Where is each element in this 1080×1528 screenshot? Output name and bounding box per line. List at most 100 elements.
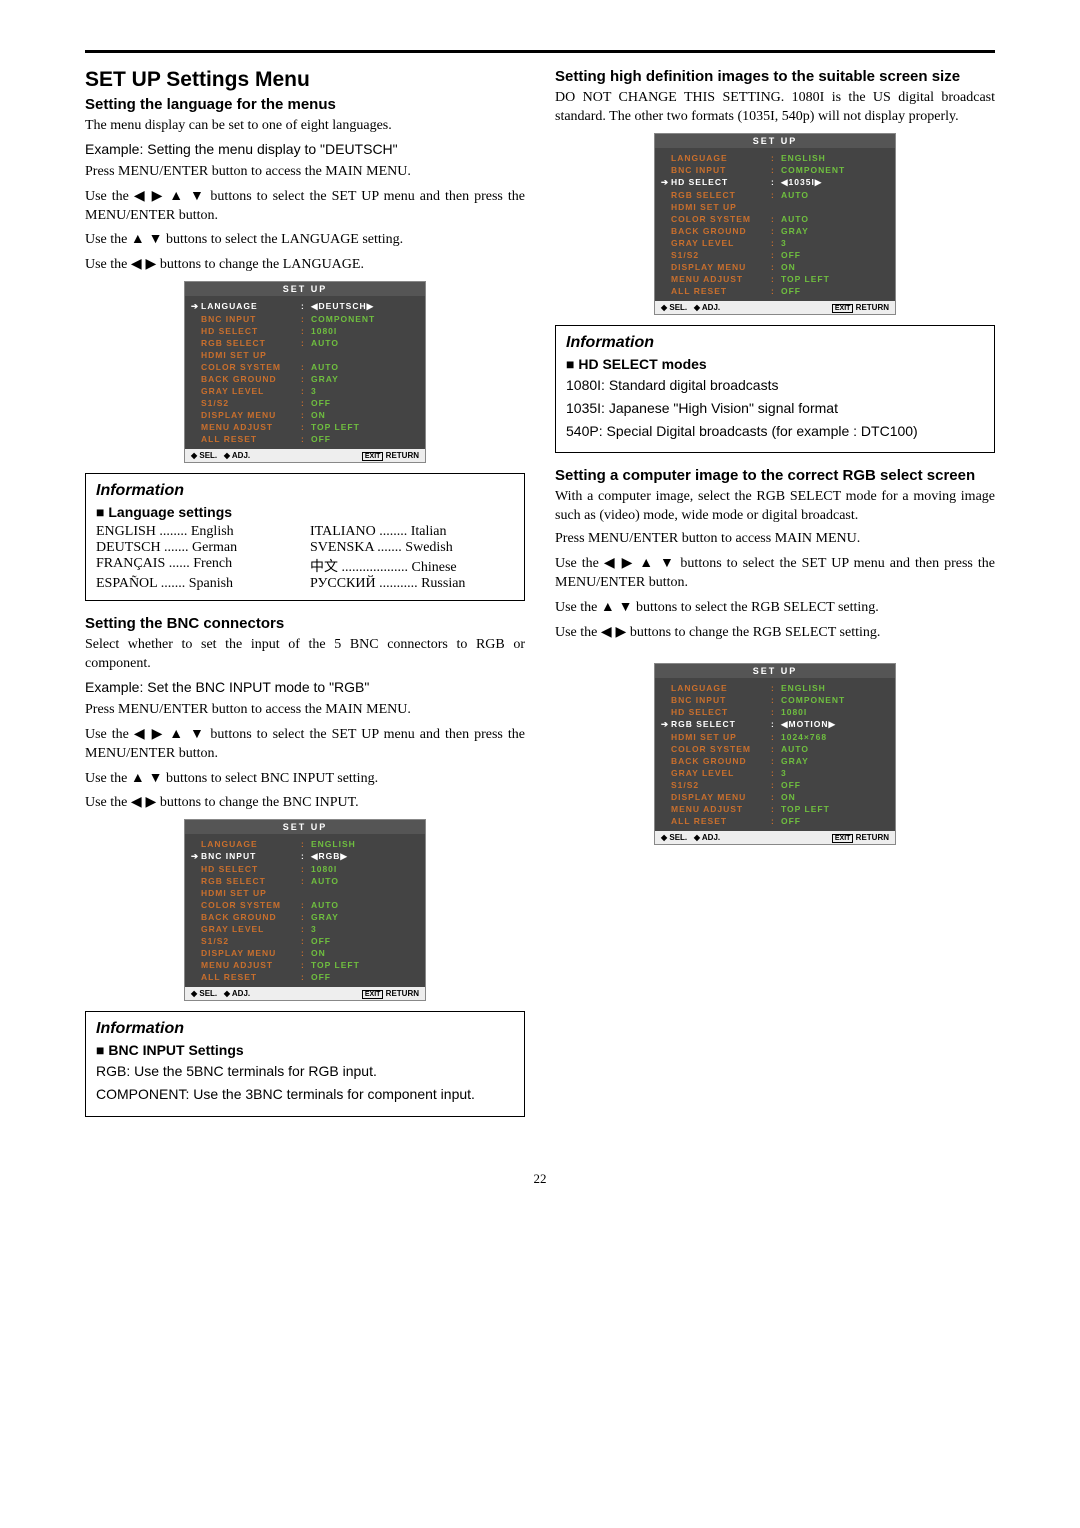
arrow-icons: ▲ ▼ [601, 598, 633, 614]
osd-row: BNC INPUT : COMPONENT [661, 164, 889, 176]
lang-row: 中文 ................... Chinese [310, 556, 514, 576]
body-text: Use the ▲ ▼ buttons to select the LANGUA… [85, 229, 525, 250]
osd-row: GRAY LEVEL : 3 [661, 767, 889, 779]
page-number: 22 [85, 1171, 995, 1187]
arrow-icons: ◀ ▶ [601, 623, 626, 639]
body-text: Use the ◀ ▶ buttons to change the RGB SE… [555, 622, 995, 643]
osd-row: DISPLAY MENU : ON [191, 409, 419, 421]
osd-row: COLOR SYSTEM : AUTO [191, 899, 419, 911]
osd-title: SET UP [655, 134, 895, 148]
osd-row: ➔ LANGUAGE : ◀DEUTSCH▶ [191, 300, 419, 313]
osd-row: S1/S2 : OFF [191, 397, 419, 409]
page-title: SET UP Settings Menu [85, 68, 525, 92]
osd-footer: ◆ SEL. ◆ ADJ. EXIT RETURN [185, 449, 425, 462]
osd-row: COLOR SYSTEM : AUTO [191, 361, 419, 373]
osd-footer: ◆ SEL. ◆ ADJ. EXIT RETURN [655, 831, 895, 844]
osd-row: BACK GROUND : GRAY [661, 225, 889, 237]
lang-row: ENGLISH ........ English [96, 524, 300, 540]
info-title: Information [96, 1020, 514, 1038]
osd-row: MENU ADJUST : TOP LEFT [191, 421, 419, 433]
osd-title: SET UP [185, 282, 425, 296]
osd-menu: SET UP ➔ LANGUAGE : ◀DEUTSCH▶ BNC INPUT … [184, 281, 426, 463]
right-column: Setting high definition images to the su… [555, 68, 995, 1131]
lang-row: DEUTSCH ....... German [96, 540, 300, 556]
osd-title: SET UP [185, 820, 425, 834]
body-text: 1035I: Japanese "High Vision" signal for… [566, 399, 984, 418]
osd-row: ➔ HD SELECT : ◀1035I▶ [661, 176, 889, 189]
osd-row: HDMI SET UP : 1024×768 [661, 731, 889, 743]
osd-title: SET UP [655, 664, 895, 678]
body-text: Use the ◀ ▶ ▲ ▼ buttons to select the SE… [85, 724, 525, 764]
osd-row: MENU ADJUST : TOP LEFT [661, 803, 889, 815]
section-heading: Setting high definition images to the su… [555, 68, 995, 85]
left-column: SET UP Settings Menu Setting the languag… [85, 68, 525, 1131]
osd-row: BNC INPUT : COMPONENT [191, 313, 419, 325]
osd-row: LANGUAGE : ENGLISH [191, 838, 419, 850]
lang-row: SVENSKA ....... Swedish [310, 540, 514, 556]
body-text: Use the ▲ ▼ buttons to select the RGB SE… [555, 597, 995, 618]
body-text: Use the ◀ ▶ ▲ ▼ buttons to select the SE… [555, 553, 995, 593]
osd-menu: SET UP LANGUAGE : ENGLISH BNC INPUT : CO… [654, 663, 896, 845]
body-text: Example: Set the BNC INPUT mode to "RGB" [85, 678, 525, 697]
osd-row: ALL RESET : OFF [661, 815, 889, 827]
osd-row: RGB SELECT : AUTO [191, 337, 419, 349]
osd-row: COLOR SYSTEM : AUTO [661, 743, 889, 755]
osd-row: ALL RESET : OFF [191, 971, 419, 983]
lang-row: FRANÇAIS ...... French [96, 556, 300, 576]
body-text: RGB: Use the 5BNC terminals for RGB inpu… [96, 1062, 514, 1081]
osd-footer: ◆ SEL. ◆ ADJ. EXIT RETURN [655, 301, 895, 314]
info-title: Information [566, 334, 984, 352]
body-text: Press MENU/ENTER button to access MAIN M… [555, 530, 995, 549]
osd-row: DISPLAY MENU : ON [661, 261, 889, 273]
osd-row: ALL RESET : OFF [661, 285, 889, 297]
body-text: Example: Setting the menu display to "DE… [85, 140, 525, 159]
osd-row: BNC INPUT : COMPONENT [661, 694, 889, 706]
arrow-icons: ▲ ▼ [131, 769, 163, 785]
osd-row: COLOR SYSTEM : AUTO [661, 213, 889, 225]
arrow-icons: ▲ ▼ [131, 230, 163, 246]
lang-row: РУССКИЙ ........... Russian [310, 576, 514, 592]
body-text: The menu display can be set to one of ei… [85, 117, 525, 136]
osd-footer: ◆ SEL. ◆ ADJ. EXIT RETURN [185, 987, 425, 1000]
osd-row: S1/S2 : OFF [661, 249, 889, 261]
info-subtitle: HD SELECT modes [566, 356, 984, 372]
osd-row: DISPLAY MENU : ON [661, 791, 889, 803]
osd-row: GRAY LEVEL : 3 [191, 923, 419, 935]
osd-row: LANGUAGE : ENGLISH [661, 682, 889, 694]
info-box: Information Language settings ENGLISH ..… [85, 473, 525, 601]
lang-row: ITALIANO ........ Italian [310, 524, 514, 540]
osd-row: HD SELECT : 1080I [191, 863, 419, 875]
body-text: With a computer image, select the RGB SE… [555, 488, 995, 526]
osd-row: S1/S2 : OFF [661, 779, 889, 791]
osd-row: S1/S2 : OFF [191, 935, 419, 947]
osd-row: HDMI SET UP [661, 201, 889, 213]
osd-menu: SET UP LANGUAGE : ENGLISH ➔ BNC INPUT : … [184, 819, 426, 1001]
body-text: Use the ◀ ▶ buttons to change the BNC IN… [85, 792, 525, 813]
info-subtitle: BNC INPUT Settings [96, 1042, 514, 1058]
section-heading: Setting a computer image to the correct … [555, 467, 995, 484]
body-text: 1080I: Standard digital broadcasts [566, 376, 984, 395]
arrow-icons: ◀ ▶ ▲ ▼ [604, 554, 676, 570]
osd-row: ➔ RGB SELECT : ◀MOTION▶ [661, 718, 889, 731]
osd-row: DISPLAY MENU : ON [191, 947, 419, 959]
osd-row: BACK GROUND : GRAY [661, 755, 889, 767]
arrow-icons: ◀ ▶ ▲ ▼ [134, 187, 206, 203]
osd-row: LANGUAGE : ENGLISH [661, 152, 889, 164]
arrow-icons: ◀ ▶ [131, 793, 156, 809]
osd-row: HD SELECT : 1080I [661, 706, 889, 718]
osd-row: HDMI SET UP [191, 349, 419, 361]
arrow-icons: ◀ ▶ ▲ ▼ [134, 725, 206, 741]
arrow-icons: ◀ ▶ [131, 255, 156, 271]
body-text: Use the ◀ ▶ ▲ ▼ buttons to select the SE… [85, 186, 525, 226]
osd-row: RGB SELECT : AUTO [661, 189, 889, 201]
body-text: Use the ◀ ▶ buttons to change the LANGUA… [85, 254, 525, 275]
language-grid: ENGLISH ........ English ITALIANO .......… [96, 524, 514, 592]
info-box: Information BNC INPUT Settings RGB: Use … [85, 1011, 525, 1117]
body-text: Use the ▲ ▼ buttons to select BNC INPUT … [85, 768, 525, 789]
osd-row: BACK GROUND : GRAY [191, 373, 419, 385]
lang-row: ESPAÑOL ....... Spanish [96, 576, 300, 592]
info-box: Information HD SELECT modes 1080I: Stand… [555, 325, 995, 454]
body-text: COMPONENT: Use the 3BNC terminals for co… [96, 1085, 514, 1104]
osd-row: MENU ADJUST : TOP LEFT [661, 273, 889, 285]
osd-row: ➔ BNC INPUT : ◀RGB▶ [191, 850, 419, 863]
